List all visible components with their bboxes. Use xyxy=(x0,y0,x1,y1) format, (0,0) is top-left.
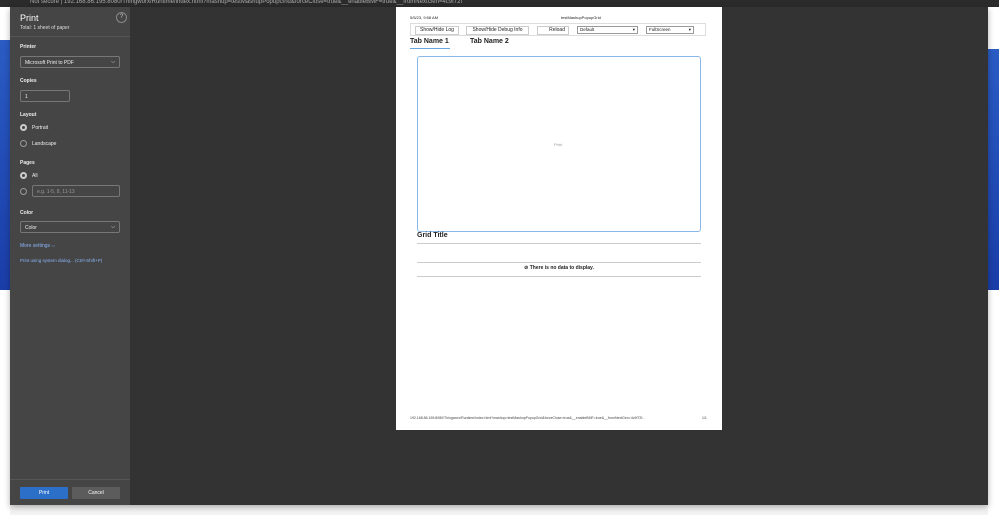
page-number: 1/1 xyxy=(702,416,707,420)
mashup-toolbar: Show/Hide Log Show/Hide Debug Info Reloa… xyxy=(410,23,706,36)
copies-input[interactable]: 1 xyxy=(20,90,70,102)
fullscreen-select: FullScreen ▾ xyxy=(646,26,694,34)
print-preview-page: 5/5/23, 9:58 AM testMashupPopupGrid Show… xyxy=(396,7,722,430)
default-select-value: Default xyxy=(580,27,595,32)
print-timestamp: 5/5/23, 9:58 AM xyxy=(410,15,439,20)
divider xyxy=(417,262,701,263)
grid-title: Grid Title xyxy=(417,232,448,239)
landscape-radio[interactable] xyxy=(20,140,27,147)
print-settings-panel: Print Total: 1 sheet of paper ? Printer … xyxy=(10,7,130,505)
divider xyxy=(417,243,701,244)
cancel-button[interactable]: Cancel xyxy=(72,487,120,499)
footer-url: 192.168.86.195:8080/Thingworx/Runtime/in… xyxy=(410,416,646,420)
tab-name-2: Tab Name 2 xyxy=(470,38,509,45)
chevron-down-icon: ⌵ xyxy=(111,224,115,230)
help-icon[interactable]: ? xyxy=(116,12,127,23)
printer-value: Microsoft Print to PDF xyxy=(25,60,74,66)
browser-address-bar[interactable]: Not secure | 192.168.86.195:8080/Thingwo… xyxy=(0,0,999,7)
print-title: Print xyxy=(20,13,39,23)
dropdown-arrow-icon: ▾ xyxy=(632,27,635,32)
printer-select[interactable]: Microsoft Print to PDF ⌵ xyxy=(20,56,120,68)
sheet-count: Total: 1 sheet of paper xyxy=(20,25,70,31)
dropdown-arrow-icon: ▾ xyxy=(688,27,691,32)
tab-name-1: Tab Name 1 xyxy=(410,38,449,45)
background-banner-left xyxy=(0,40,10,290)
panel-label: Print xyxy=(554,142,563,147)
reload-button: Reload xyxy=(537,26,569,35)
background-banner xyxy=(988,49,999,290)
pages-all-label: All xyxy=(32,173,38,179)
more-settings-label: More settings xyxy=(20,243,51,249)
pages-all-radio[interactable] xyxy=(20,172,27,179)
default-select: Default ▾ xyxy=(577,26,638,34)
active-tab-indicator xyxy=(410,48,450,49)
divider xyxy=(417,276,701,277)
chevron-down-icon: ⌵ xyxy=(51,243,56,249)
copies-label: Copies xyxy=(20,78,37,84)
color-value: Color xyxy=(25,225,37,231)
show-hide-debug-button: Show/Hide Debug Info xyxy=(466,26,529,35)
show-hide-log-button: Show/Hide Log xyxy=(415,26,459,35)
divider xyxy=(10,479,130,480)
eye-slash-icon: ⊘ xyxy=(524,265,529,271)
print-dialog: Print Total: 1 sheet of paper ? Printer … xyxy=(10,7,988,505)
content-panel: Print xyxy=(417,56,701,232)
landscape-label: Landscape xyxy=(32,141,57,147)
no-data-text: There is no data to display. xyxy=(529,265,594,271)
print-button[interactable]: Print xyxy=(20,487,68,499)
pages-custom-radio[interactable] xyxy=(20,188,27,195)
layout-label: Layout xyxy=(20,112,37,118)
portrait-radio[interactable] xyxy=(20,124,27,131)
no-data-message: ⊘ There is no data to display. xyxy=(417,265,701,271)
color-label: Color xyxy=(20,210,34,216)
chevron-down-icon: ⌵ xyxy=(111,59,115,65)
portrait-label: Portrait xyxy=(32,125,49,131)
more-settings-link[interactable]: More settings ⌵ xyxy=(20,243,55,249)
pages-custom-input[interactable]: e.g. 1-5, 8, 11-13 xyxy=(32,185,120,197)
print-page-title: testMashupPopupGrid xyxy=(561,15,601,20)
printer-label: Printer xyxy=(20,44,37,50)
pages-label: Pages xyxy=(20,160,35,166)
system-dialog-link[interactable]: Print using system dialog... (Ctrl+Shift… xyxy=(20,258,102,263)
color-select[interactable]: Color ⌵ xyxy=(20,221,120,233)
divider xyxy=(10,36,130,37)
fullscreen-select-value: FullScreen xyxy=(649,27,671,32)
